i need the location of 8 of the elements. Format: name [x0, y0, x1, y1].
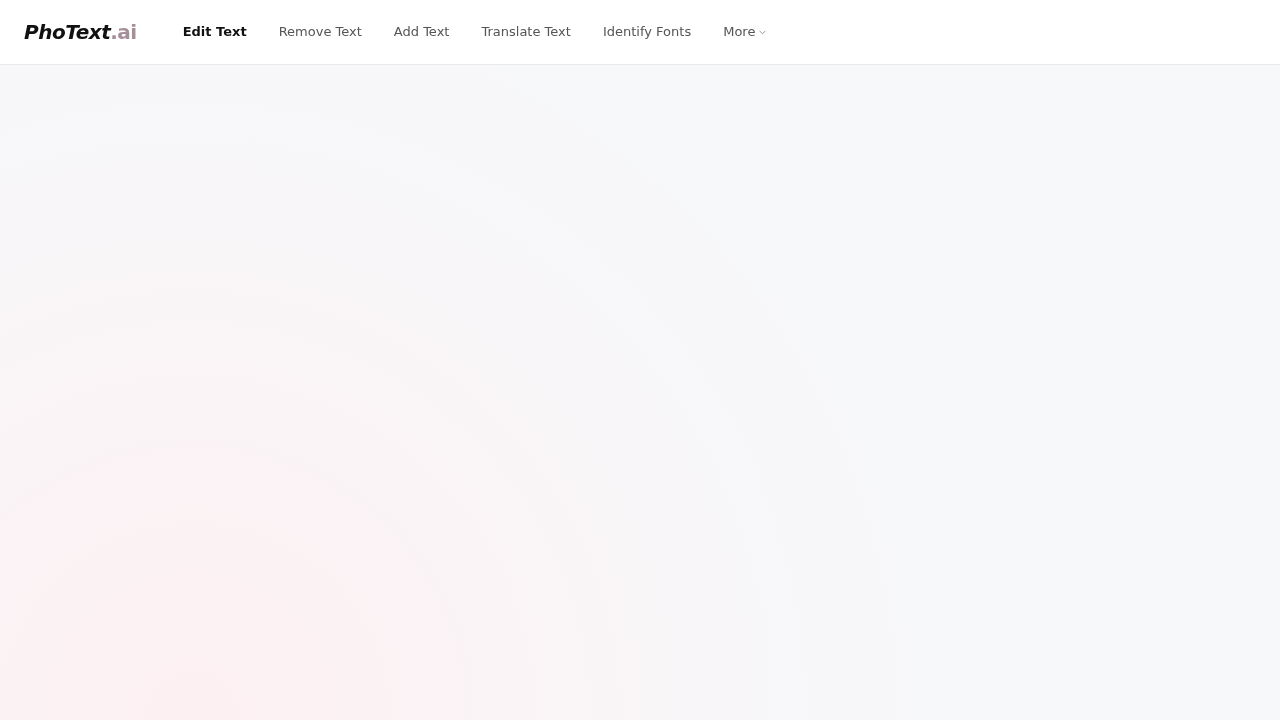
logo[interactable]: PhoText.ai: [24, 17, 137, 47]
more-dropdown[interactable]: More: [707, 22, 783, 42]
nav-link[interactable]: Edit Text: [166, 22, 263, 42]
nav-link[interactable]: Add Text: [377, 22, 466, 42]
chevron-down-icon: [759, 29, 767, 35]
nav-link[interactable]: Remove Text: [262, 22, 378, 42]
nav-link[interactable]: Identify Fonts: [586, 22, 708, 42]
nav-link[interactable]: Translate Text: [465, 22, 587, 42]
